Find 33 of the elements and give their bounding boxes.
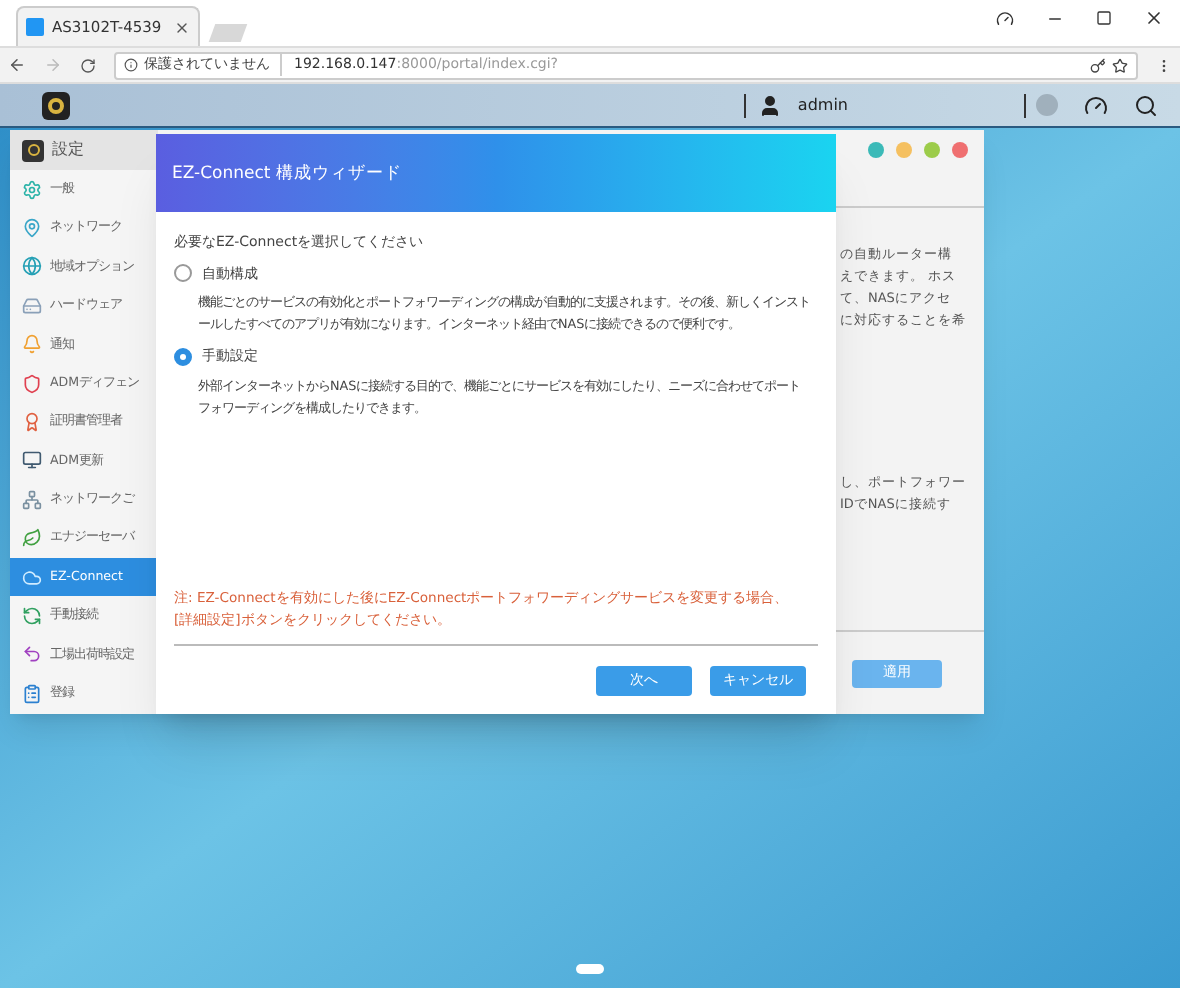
- search-icon[interactable]: [1134, 93, 1158, 117]
- shield-icon: [22, 373, 42, 394]
- user-icon[interactable]: [757, 93, 782, 117]
- leaf-icon: [22, 528, 42, 549]
- dashboard-icon[interactable]: [1084, 93, 1108, 117]
- sync-icon: [22, 605, 42, 626]
- settings-icon: [22, 139, 44, 161]
- network-icon: [22, 489, 42, 510]
- certificate-icon: [22, 412, 42, 433]
- radio-button[interactable]: [174, 264, 192, 283]
- reload-icon[interactable]: [80, 57, 96, 73]
- star-icon[interactable]: [1112, 57, 1128, 73]
- info-icon: [124, 58, 138, 72]
- user-name[interactable]: admin: [797, 93, 848, 117]
- pin-icon: [22, 218, 42, 239]
- globe-icon: [22, 256, 42, 277]
- settings-launcher-icon[interactable]: [42, 91, 70, 119]
- monitor-icon: [22, 450, 42, 471]
- dialog-title: EZ-Connect 構成ウィザード: [172, 164, 402, 184]
- clipboard-icon: [22, 683, 42, 704]
- back-icon[interactable]: [8, 56, 26, 74]
- gear-icon: [22, 179, 42, 200]
- bell-icon: [22, 334, 42, 355]
- radio-button[interactable]: [174, 347, 192, 366]
- undo-icon: [22, 644, 42, 665]
- maximize-icon[interactable]: [1096, 10, 1112, 26]
- key-icon[interactable]: [1090, 57, 1106, 73]
- site-icon: [26, 18, 44, 36]
- dock-handle[interactable]: [576, 964, 604, 974]
- window-title: 設定: [52, 138, 84, 162]
- close-icon[interactable]: [1144, 8, 1164, 28]
- close-icon[interactable]: [174, 19, 190, 35]
- cloud-icon: [22, 567, 42, 588]
